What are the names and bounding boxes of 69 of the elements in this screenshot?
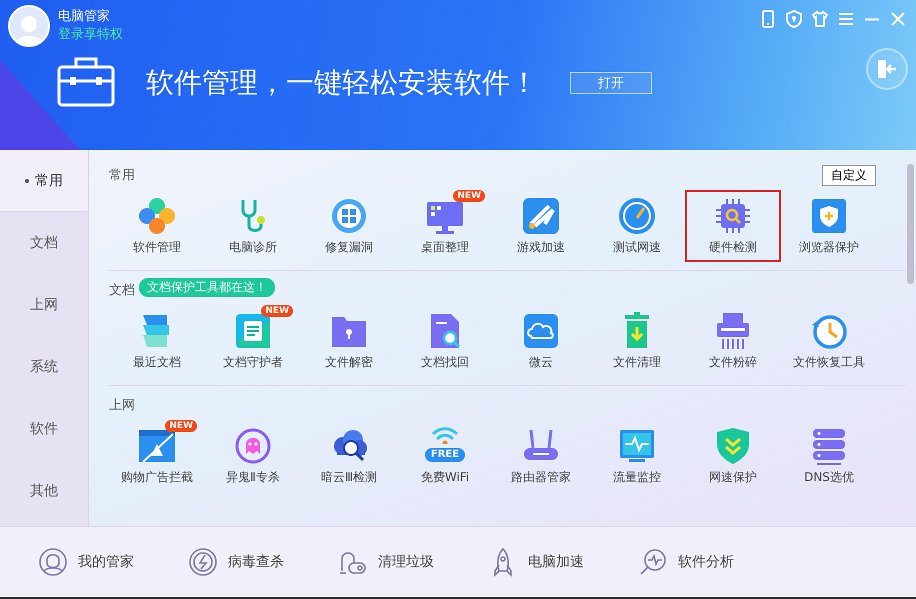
shirt-icon (810, 9, 830, 29)
tool-item[interactable]: 修复漏洞 (301, 190, 397, 262)
tool-item[interactable]: DNS选优 (781, 420, 877, 492)
shield-button[interactable] (784, 9, 804, 29)
sidebar-item[interactable]: 其他 (0, 460, 88, 522)
section-title: 上网 (109, 397, 135, 414)
person-icon (38, 547, 68, 577)
sidebar-item[interactable]: 软件 (0, 398, 88, 460)
scrollbar[interactable] (907, 164, 914, 284)
tool-item[interactable]: 暗云Ⅲ检测 (301, 420, 397, 492)
tool-item[interactable]: 电脑诊所 (205, 190, 301, 262)
avatar[interactable] (8, 5, 50, 47)
tool-item[interactable]: NEW 文档守护者 (205, 305, 301, 377)
tool-item[interactable]: NEW 购物广告拦截 (109, 420, 205, 492)
sidebar-item[interactable]: 常用 (0, 150, 88, 212)
new-badge: NEW (261, 305, 293, 317)
section-title: 常用 (109, 167, 135, 184)
new-badge: NEW (453, 190, 485, 202)
tool-item[interactable]: 游戏加速 (493, 190, 589, 262)
minimize-icon (864, 18, 880, 20)
sidebar-item[interactable]: 上网 (0, 274, 88, 336)
section-title: 文档 (109, 282, 135, 299)
new-badge: NEW (165, 420, 197, 432)
tool-item[interactable]: 文档找回 (397, 305, 493, 377)
free-tag: FREE (424, 448, 466, 462)
shield-icon (784, 9, 804, 29)
ghost-target-icon (233, 426, 273, 466)
tool-item[interactable]: 硬件检测 (685, 190, 781, 262)
tool-item[interactable]: 网速保护 (685, 420, 781, 492)
bottom-nav-item[interactable]: 电脑加速 (488, 547, 638, 577)
tool-item[interactable]: 文件恢复工具 (781, 305, 877, 377)
document-icon (233, 311, 273, 351)
tool-item[interactable]: 文件清理 (589, 305, 685, 377)
windows-circle-icon (329, 196, 369, 236)
app-name: 电脑管家 (58, 8, 111, 26)
tool-item[interactable]: NEW 桌面整理 (397, 190, 493, 262)
clover-icon (137, 196, 177, 236)
tool-item[interactable]: 测试网速 (589, 190, 685, 262)
sidebar-item[interactable]: 系统 (0, 336, 88, 398)
shirt-button[interactable] (810, 9, 830, 29)
bottom-nav-item[interactable]: 清理垃圾 (338, 547, 488, 577)
tool-item[interactable]: 异鬼Ⅱ专杀 (205, 420, 301, 492)
bottom-nav-item[interactable]: 软件分析 (638, 547, 788, 577)
speedometer-icon (617, 196, 657, 236)
tool-item[interactable]: 文件粉碎 (685, 305, 781, 377)
cloud-icon (521, 311, 561, 351)
tool-item[interactable]: FREE 免费WiFi (397, 420, 493, 492)
tool-item[interactable]: 浏览器保护 (781, 190, 877, 262)
banner-text: 软件管理，一键轻松安装软件！ (146, 65, 538, 101)
login-link[interactable]: 登录享特权 (58, 26, 123, 44)
customize-button[interactable]: 自定义 (822, 164, 876, 186)
tip-bubble: 文档保护工具都在这！ (139, 278, 275, 296)
bottom-nav-item[interactable]: 病毒查杀 (188, 547, 338, 577)
tool-item[interactable]: 软件管理 (109, 190, 205, 262)
tool-item[interactable]: 微云 (493, 305, 589, 377)
tool-item[interactable]: 路由器管家 (493, 420, 589, 492)
shield-icon (809, 196, 849, 236)
lightning-icon (188, 547, 218, 577)
magnifier-pulse-icon (638, 547, 668, 577)
panel-arrow-icon (877, 59, 897, 79)
game-icon (521, 196, 561, 236)
exit-button[interactable] (866, 48, 908, 90)
tool-item[interactable]: 流量监控 (589, 420, 685, 492)
sidebar-item[interactable]: 文档 (0, 212, 88, 274)
tool-item[interactable]: 最近文档 (109, 305, 205, 377)
tool-item[interactable]: 文件解密 (301, 305, 397, 377)
chip-icon (713, 196, 753, 236)
bottom-nav-item[interactable]: 我的管家 (38, 547, 188, 577)
wifi-icon (430, 426, 459, 444)
